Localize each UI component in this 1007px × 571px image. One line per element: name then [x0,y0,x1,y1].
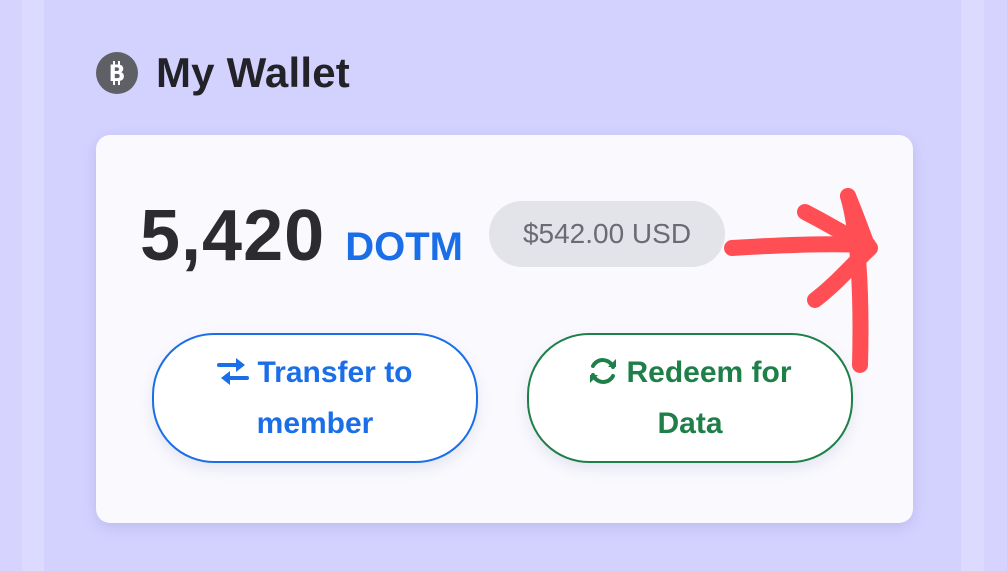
balance-amount: 5,420 [140,196,326,276]
wallet-card: 5,420 DOTM $542.00 USD Transfer to membe… [96,135,913,523]
left-edge [22,0,44,571]
page-title: My Wallet [156,49,350,96]
wallet-header: B My Wallet [96,48,350,98]
redeem-for-data-button[interactable]: Redeem for Data [527,333,853,463]
redeem-button-label: Redeem for Data [560,349,820,447]
usd-value-badge: $542.00 USD [489,201,725,267]
balance-unit: DOTM [345,225,463,269]
swap-arrows-icon [217,353,250,400]
redeem-label-line2: Data [657,407,723,440]
transfer-label-line2: member [256,407,374,440]
svg-text:B: B [109,62,126,86]
transfer-label-line1: Transfer to [257,356,413,389]
right-edge [961,0,984,571]
balance-row: 5,420 DOTM [140,195,463,277]
redeem-label-line1: Redeem for [626,356,792,389]
transfer-to-member-button[interactable]: Transfer to member [152,333,478,463]
refresh-icon [588,353,618,400]
transfer-button-label: Transfer to member [185,349,445,447]
bitcoin-icon: B [96,52,138,94]
